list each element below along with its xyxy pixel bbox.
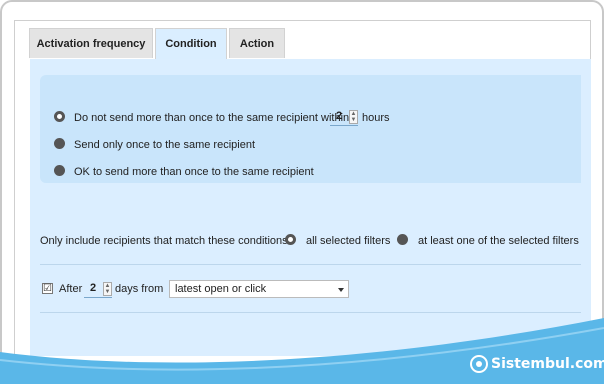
tab-action[interactable]: Action (229, 28, 285, 58)
spin-down-icon[interactable]: ▼ (350, 117, 357, 123)
divider (40, 312, 581, 313)
filters-label: Only include recipients that match these… (40, 235, 291, 247)
all-filters-label: all selected filters (306, 235, 391, 247)
hours-value: 2 (336, 110, 343, 122)
frequency-options-box: Do not send more than once to the same r… (40, 75, 581, 183)
watermark: Sistembul.com (470, 353, 604, 375)
option-once-within-label: Do not send more than once to the same r… (74, 112, 350, 124)
days-value: 2 (90, 282, 97, 294)
dialog-frame: Activation frequency Condition Action Do… (14, 20, 591, 365)
days-from-label: days from (115, 283, 164, 295)
radio-once-within-hours[interactable] (54, 111, 65, 122)
radio-all-filters[interactable] (285, 234, 296, 245)
hours-unit-label: hours (362, 112, 390, 124)
chevron-down-icon (338, 288, 344, 292)
event-select-value: latest open or click (175, 283, 267, 295)
option-send-only-once-label: Send only once to the same recipient (74, 139, 256, 151)
after-label: After (59, 283, 83, 295)
watermark-text: Sistembul.com (491, 356, 604, 372)
event-select[interactable]: latest open or click (169, 280, 349, 298)
divider (40, 264, 581, 265)
logo-icon (470, 355, 488, 373)
days-spin-buttons[interactable]: ▲ ▼ (103, 282, 112, 296)
option-send-more-label: OK to send more than once to the same re… (74, 166, 314, 178)
after-checkbox[interactable]: ☑ (42, 283, 53, 294)
radio-any-filter[interactable] (397, 234, 408, 245)
condition-panel: Do not send more than once to the same r… (30, 59, 591, 356)
tab-activation-frequency[interactable]: Activation frequency (29, 28, 153, 58)
tab-condition[interactable]: Condition (155, 28, 227, 60)
radio-send-more-than-once[interactable] (54, 165, 65, 176)
spin-down-icon[interactable]: ▼ (104, 289, 111, 295)
days-stepper[interactable]: 2 ▲ ▼ (84, 281, 112, 298)
hours-stepper[interactable]: 2 ▲ ▼ (330, 109, 358, 126)
any-filter-label: at least one of the selected filters (418, 235, 579, 247)
radio-send-only-once[interactable] (54, 138, 65, 149)
hours-spin-buttons[interactable]: ▲ ▼ (349, 110, 358, 124)
